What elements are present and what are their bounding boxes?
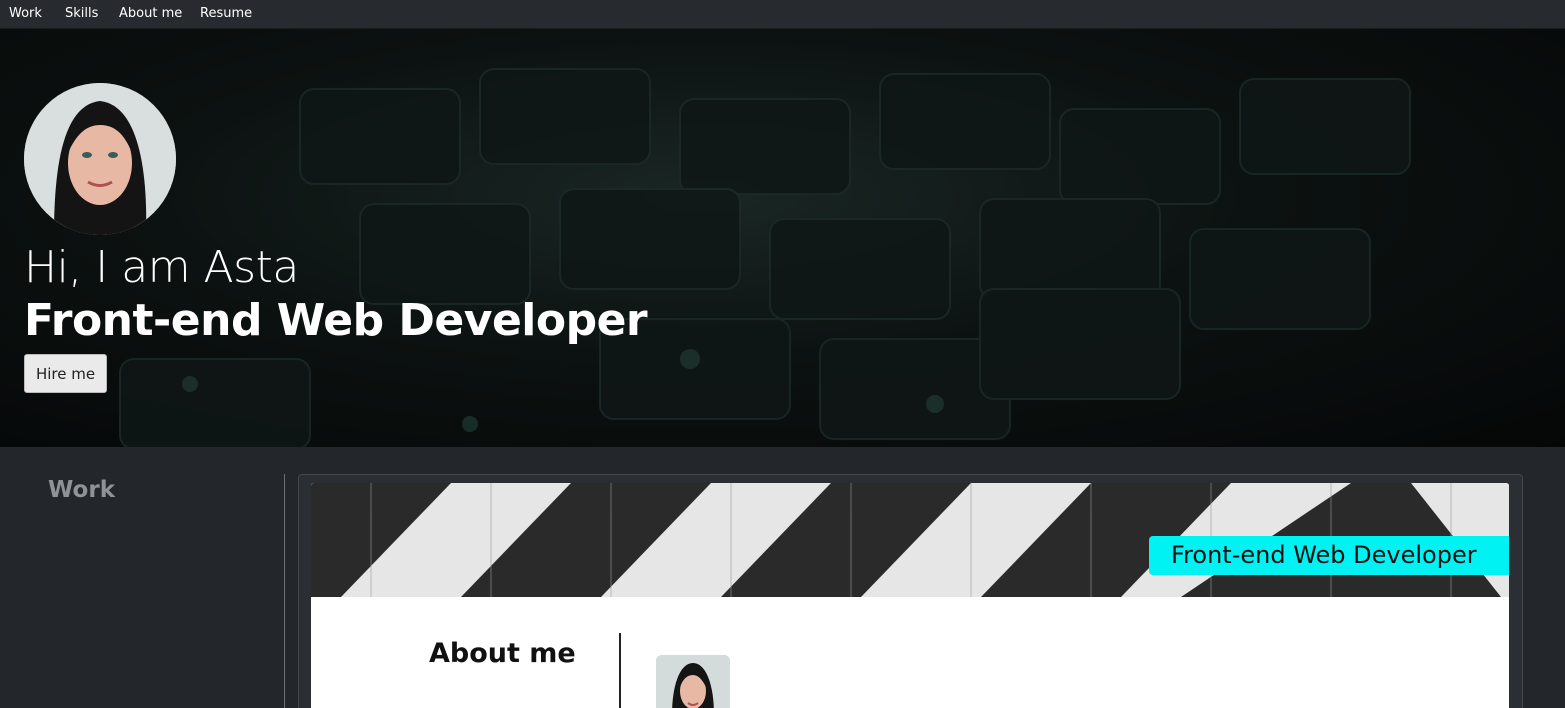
banner-role-tag: Front-end Web Developer	[1149, 536, 1509, 575]
preview-profile-thumbnail	[656, 655, 730, 708]
profile-avatar	[24, 83, 176, 235]
profile-photo	[24, 83, 176, 235]
preview-profile-photo	[656, 655, 730, 708]
nav-link-resume[interactable]: Resume	[200, 6, 252, 21]
project-banner: Front-end Web Developer	[311, 483, 1509, 597]
hero-role-title: Front-end Web Developer	[24, 295, 648, 346]
work-section-title: Work	[48, 477, 115, 503]
top-navbar: Work Skills About me Resume	[0, 0, 1565, 29]
hero-greeting: Hi, I am Asta	[24, 242, 299, 293]
preview-divider	[619, 633, 621, 708]
nav-link-about-me[interactable]: About me	[119, 6, 182, 21]
project-preview[interactable]: Front-end Web Developer About me	[311, 483, 1509, 708]
keyboard-background-image	[119, 68, 1411, 447]
hero-section: Hi, I am Asta Front-end Web Developer Hi…	[0, 29, 1565, 447]
section-divider	[284, 474, 285, 708]
hire-me-button[interactable]: Hire me	[24, 354, 107, 393]
nav-link-skills[interactable]: Skills	[65, 6, 98, 21]
nav-link-work[interactable]: Work	[9, 6, 42, 21]
preview-about-title: About me	[429, 638, 576, 669]
